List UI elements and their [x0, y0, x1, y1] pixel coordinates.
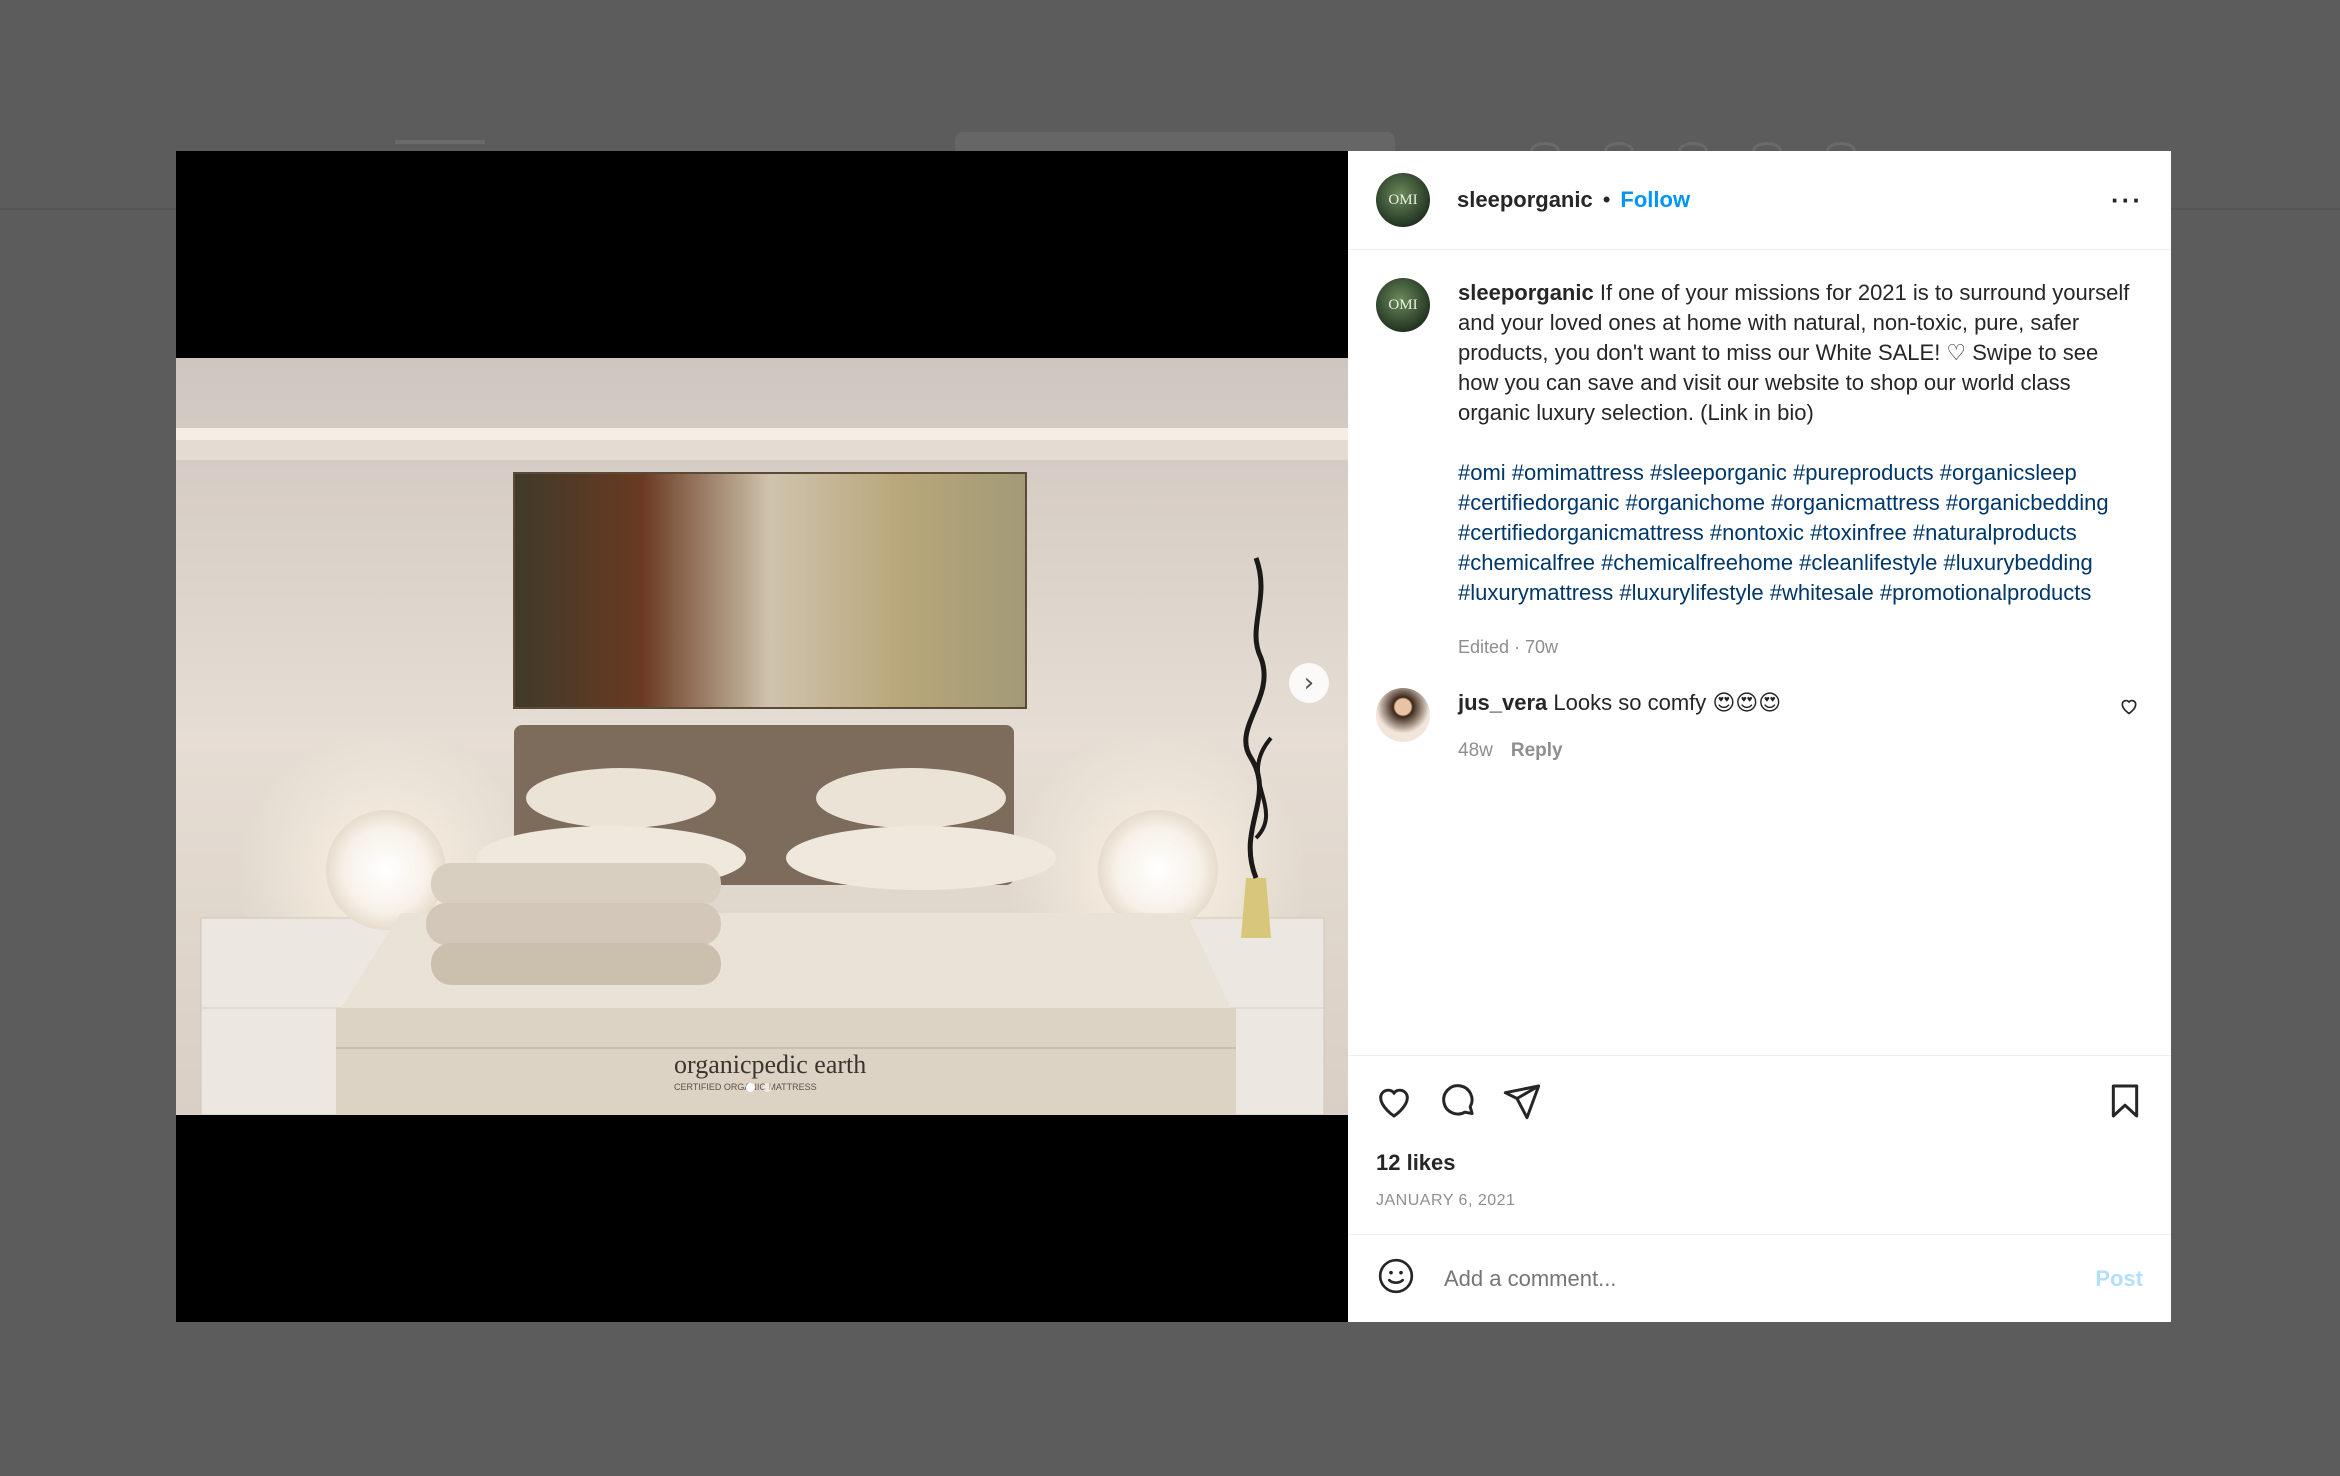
- next-slide-button[interactable]: ›: [1289, 663, 1329, 703]
- author-avatar[interactable]: OMI: [1376, 173, 1430, 227]
- post-modal: organicpedic earth CERTIFIED ORGANIC MAT…: [176, 151, 2171, 1322]
- chevron-right-icon: ›: [1303, 668, 1315, 698]
- comment-composer: Post: [1348, 1234, 2171, 1322]
- slide-indicator: [746, 1083, 772, 1092]
- more-icon[interactable]: ···: [2111, 187, 2143, 213]
- header-separator: •: [1602, 187, 1611, 212]
- caption-meta: Edited · 70w: [1458, 637, 1559, 657]
- comment-body: jus_vera Looks so comfy 😍😍😍 48w Reply: [1458, 688, 2138, 766]
- commenter-avatar[interactable]: [1376, 688, 1430, 742]
- comment-username[interactable]: jus_vera: [1458, 690, 1547, 715]
- caption-username[interactable]: sleeporganic: [1458, 280, 1594, 305]
- post-media: organicpedic earth CERTIFIED ORGANIC MAT…: [176, 151, 1348, 1322]
- comment-text: Looks so comfy 😍😍😍: [1553, 690, 1782, 715]
- reply-button[interactable]: Reply: [1511, 736, 1563, 766]
- follow-button[interactable]: Follow: [1620, 187, 1690, 213]
- action-bar: [1348, 1056, 2171, 1146]
- slide-dot-1: [746, 1083, 755, 1092]
- bedroom-photo: organicpedic earth CERTIFIED ORGANIC MAT…: [176, 358, 1348, 1115]
- post-photo: organicpedic earth CERTIFIED ORGANIC MAT…: [176, 358, 1348, 1115]
- heart-icon[interactable]: [1374, 1081, 1414, 1121]
- post-comment-button[interactable]: Post: [2095, 1266, 2143, 1292]
- caption-row: OMI sleeporganic If one of your missions…: [1376, 278, 2143, 662]
- comment-like-icon[interactable]: [2119, 696, 2139, 721]
- share-icon[interactable]: [1502, 1081, 1542, 1121]
- post-header: OMI sleeporganic • Follow ···: [1348, 151, 2171, 250]
- caption-body: sleeporganic If one of your missions for…: [1458, 278, 2138, 662]
- slide-dot-2: [763, 1083, 772, 1092]
- post-date: JANUARY 6, 2021: [1376, 1192, 1516, 1209]
- comments-section: OMI sleeporganic If one of your missions…: [1348, 250, 2171, 1056]
- comment-input[interactable]: [1444, 1265, 2096, 1292]
- caption-avatar[interactable]: OMI: [1376, 278, 1430, 332]
- post-panel: OMI sleeporganic • Follow ··· OMI sleepo…: [1348, 151, 2171, 1322]
- comment-meta: 48w Reply: [1458, 736, 2138, 766]
- emoji-icon[interactable]: [1376, 1256, 1416, 1301]
- comment-age: 48w: [1458, 740, 1493, 761]
- comment-icon[interactable]: [1438, 1081, 1478, 1121]
- bookmark-icon[interactable]: [2105, 1081, 2145, 1121]
- caption-hashtags[interactable]: #omi #omimattress #sleeporganic #purepro…: [1458, 458, 2138, 608]
- comment-row: jus_vera Looks so comfy 😍😍😍 48w Reply: [1376, 688, 2143, 766]
- mattress-brand-text: organicpedic earth: [674, 1050, 866, 1079]
- likes-count[interactable]: 12 likes: [1348, 1150, 2171, 1176]
- author-username[interactable]: sleeporganic: [1457, 187, 1593, 213]
